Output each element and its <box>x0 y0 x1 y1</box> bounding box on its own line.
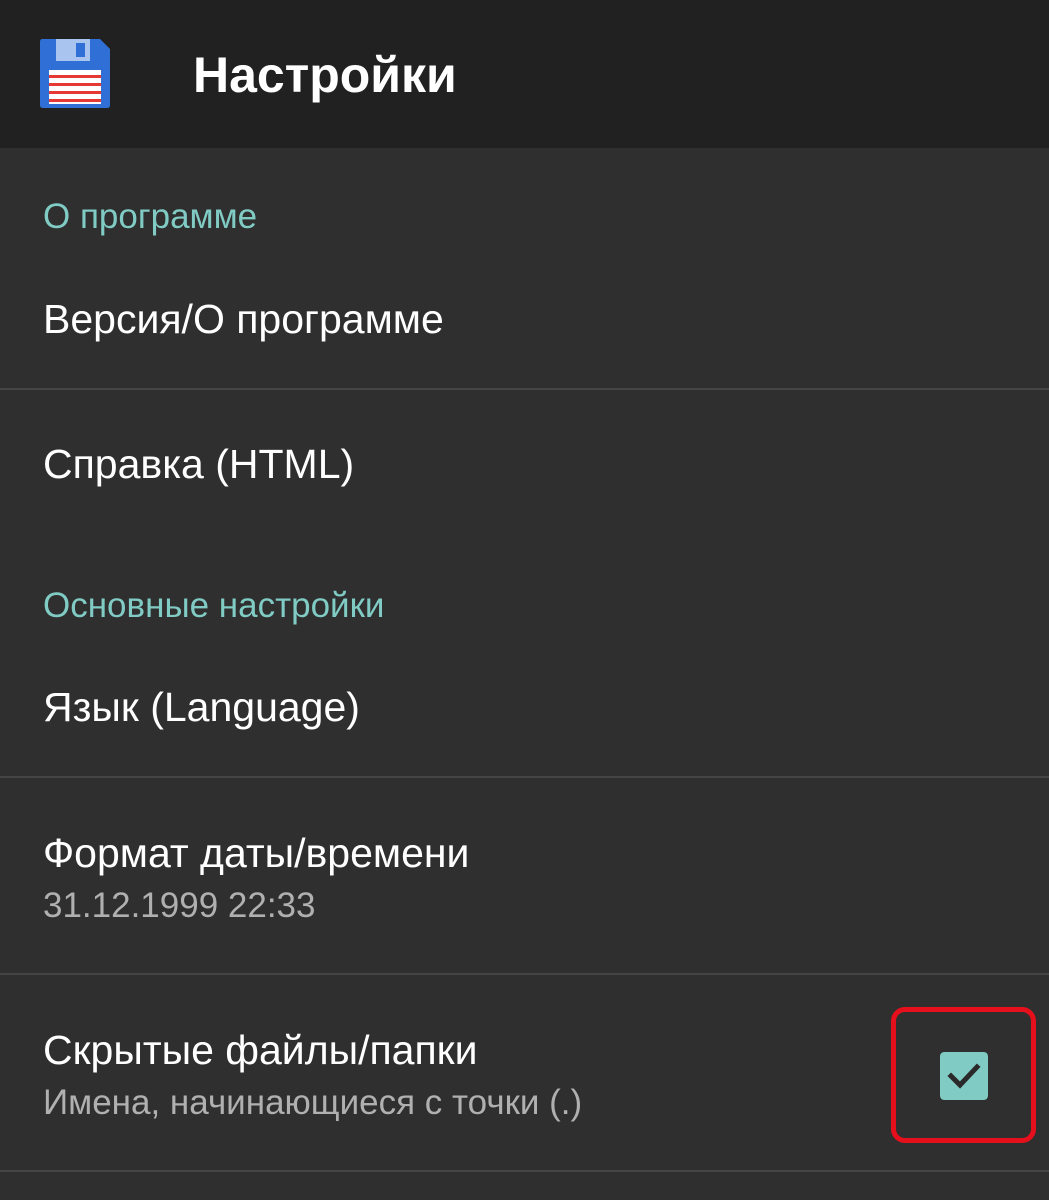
page-title: Настройки <box>193 47 457 103</box>
pref-datetime-format[interactable]: Формат даты/времени 31.12.1999 22:33 <box>0 778 1049 973</box>
settings-screen: Настройки О программе Версия/О программе… <box>0 0 1049 1200</box>
pref-help-title: Справка (HTML) <box>43 441 355 487</box>
toolbar: Настройки <box>0 0 1049 148</box>
pref-language[interactable]: Язык (Language) <box>0 642 1049 776</box>
pref-version[interactable]: Версия/О программе <box>0 254 1049 388</box>
pref-datetime-title: Формат даты/времени <box>43 830 470 876</box>
pref-language-title: Язык (Language) <box>43 684 360 730</box>
pref-version-title: Версия/О программе <box>43 296 444 342</box>
category-header-about: О программе <box>43 197 258 236</box>
pref-hidden-files-title: Скрытые файлы/папки <box>43 1027 478 1073</box>
category-header-general: Основные настройки <box>43 586 385 625</box>
pref-help[interactable]: Справка (HTML) <box>0 390 1049 540</box>
hidden-files-checkbox[interactable] <box>940 1052 988 1100</box>
pref-hidden-files-summary: Имена, начинающиеся с точки (.) <box>43 1083 583 1122</box>
divider <box>0 1170 1049 1172</box>
hidden-files-checkbox-highlight[interactable] <box>891 1007 1036 1143</box>
pref-datetime-summary: 31.12.1999 22:33 <box>43 886 316 925</box>
floppy-disk-icon <box>40 39 110 108</box>
